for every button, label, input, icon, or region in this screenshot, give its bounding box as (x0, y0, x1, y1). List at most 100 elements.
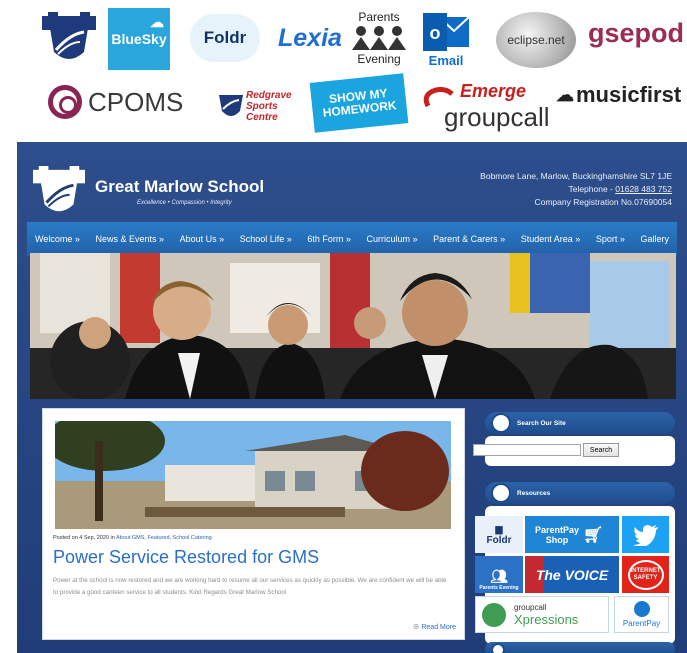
nav-news-events[interactable]: News & Events » (95, 234, 164, 244)
musicfirst-logo[interactable]: ☁ musicfirst (556, 82, 681, 108)
eclipse-label: eclipse.net (507, 33, 565, 47)
evening-label: Evening (357, 52, 401, 66)
xpressions-icon (482, 602, 506, 627)
shopping-cart-icon: 🛒︎ (583, 526, 604, 544)
search-widget-title: Search Our Site (517, 419, 566, 427)
resource-foldr-label: Foldr (486, 534, 512, 546)
outlook-email-logo[interactable]: o Email (418, 8, 474, 70)
resource-twitter[interactable] (622, 516, 669, 553)
resource-groupcall-xpressions[interactable]: groupcall Xpressions (475, 596, 609, 633)
nav-school-life[interactable]: School Life » (240, 234, 292, 244)
resource-xpressions-label: Xpressions (514, 611, 579, 627)
crest-icon (42, 12, 96, 59)
nav-6th-form[interactable]: 6th Form » (307, 234, 351, 244)
read-more-link[interactable]: ⊕ Read More (413, 622, 456, 631)
nav-curriculum[interactable]: Curriculum » (366, 234, 417, 244)
company-registration: Company Registration No.07690054 (534, 197, 672, 207)
parents-evening-logo[interactable]: Parents Evening (346, 6, 412, 70)
resource-the-voice-label: The VOICE (535, 566, 609, 583)
nav-about-us[interactable]: About Us » (180, 234, 225, 244)
telephone-label: Telephone - (568, 184, 616, 194)
twitter-bird-icon (632, 524, 658, 546)
read-more-label: Read More (421, 624, 456, 631)
gsepod-label: gsepod (588, 18, 685, 48)
resource-parentpay-label: ParentPay (622, 619, 661, 628)
site-title[interactable]: Great Marlow School (95, 177, 264, 197)
show-my-homework-label: SHOW MY HOMEWORK (322, 86, 398, 120)
musicfirst-cloud-icon: ☁ (556, 84, 574, 105)
eclipse-logo[interactable]: eclipse.net (496, 12, 576, 68)
nav-parent-carers[interactable]: Parent & Carers » (433, 234, 505, 244)
email-label: Email (428, 52, 464, 68)
school-crest-logo[interactable] (40, 12, 98, 66)
resource-groupcall-label: groupcall (514, 602, 547, 612)
resources-widget-header: Resources (485, 482, 675, 504)
search-widget-crest-icon (491, 413, 511, 433)
nav-student-area[interactable]: Student Area » (521, 234, 581, 244)
resource-parentpay-shop-label: ParentPay Shop (534, 524, 580, 545)
resources-widget-crest-icon (491, 483, 511, 503)
resource-parentpay-shop[interactable]: ParentPay Shop 🛒︎ (525, 516, 619, 553)
school-address: Bobmore Lane, Marlow, Buckinghamshire SL… (480, 171, 672, 181)
main-navigation: Welcome » News & Events » About Us » Sch… (27, 222, 677, 256)
post-photo-school-building[interactable] (55, 421, 451, 529)
lexia-label: Lexia (278, 24, 342, 52)
parents-label: Parents (358, 10, 400, 24)
cpoms-label: CPOMS (88, 86, 184, 117)
plus-circle-icon: ⊕ (412, 622, 420, 631)
lexia-logo[interactable]: Lexia (278, 24, 342, 53)
redgrave-crest-icon (219, 95, 243, 116)
emerge-swoosh-icon (423, 87, 454, 108)
post-excerpt: Power at the school is now restored and … (53, 577, 447, 596)
site-search-input[interactable] (473, 444, 581, 456)
parents-evening-icon: 👥︎ (490, 568, 508, 584)
redgrave-sports-logo[interactable]: Redgrave Sports Centre (214, 84, 304, 128)
resource-parentpay[interactable]: ParentPay (614, 596, 669, 633)
hero-banner-image (30, 253, 676, 399)
foldr-logo[interactable]: Foldr (190, 14, 260, 62)
post-meta: Posted on 4 Sep, 2020 in About GMS, Feat… (53, 535, 212, 541)
resource-foldr[interactable]: ▆ Foldr (475, 516, 523, 553)
next-widget-header (485, 642, 675, 653)
post-categories-link[interactable]: About GMS, Featured, School Catering (116, 535, 212, 541)
school-website: Great Marlow School Excellence • Compass… (17, 142, 687, 653)
cloud-icon: ☁ (150, 14, 164, 30)
post-title[interactable]: Power Service Restored for GMS (53, 547, 319, 568)
show-my-homework-logo[interactable]: SHOW MY HOMEWORK (309, 73, 409, 133)
cpoms-ring-icon (48, 85, 82, 119)
news-post: Posted on 4 Sep, 2020 in About GMS, Feat… (42, 408, 465, 640)
resource-the-voice[interactable]: The VOICE (525, 556, 619, 593)
foldr-label: Foldr (203, 28, 247, 47)
school-building-photo (55, 421, 451, 529)
resources-widget-title: Resources (517, 489, 551, 497)
resource-internet-safety[interactable]: INTERNET SAFETY (622, 556, 669, 593)
nav-gallery[interactable]: Gallery (640, 234, 669, 244)
bluesky-label: BlueSky (111, 31, 167, 47)
resource-parents-evening[interactable]: 👥︎ Parents Evening (475, 556, 523, 593)
xpressions-text: groupcall Xpressions (514, 603, 578, 627)
resource-parents-evening-label: Parents Evening (479, 585, 519, 591)
school-contact: Bobmore Lane, Marlow, Buckinghamshire SL… (480, 170, 672, 209)
nav-welcome[interactable]: Welcome » (35, 234, 80, 244)
musicfirst-label: musicfirst (576, 82, 682, 107)
nav-sport[interactable]: Sport » (596, 234, 625, 244)
groupcall-emerge-logo[interactable]: Emerge groupcall (420, 80, 550, 134)
redgrave-label: Redgrave Sports Centre (246, 89, 292, 123)
telephone-line: Telephone - 01628 483 752 (480, 183, 672, 196)
service-logos-strip: ☁ BlueSky Foldr Lexia Parents Evening o … (0, 0, 687, 140)
bluesky-logo[interactable]: ☁ BlueSky (108, 8, 170, 70)
site-crest-logo[interactable] (31, 166, 87, 218)
resource-internet-safety-label: INTERNET SAFETY (627, 559, 664, 590)
students-photo (30, 253, 676, 399)
gsepod-logo[interactable]: gsepod (588, 18, 684, 49)
svg-text:o: o (430, 23, 441, 43)
telephone-link[interactable]: 01628 483 752 (615, 184, 672, 194)
cpoms-logo[interactable]: CPOMS (48, 85, 183, 119)
site-crest-icon (33, 166, 85, 212)
folder-icon: ▆ (495, 523, 503, 534)
post-date: Posted on 4 Sep, 2020 in (53, 535, 116, 541)
next-widget-crest-icon (491, 643, 505, 653)
search-widget-header: Search Our Site (485, 412, 675, 434)
site-search-button[interactable]: Search (583, 443, 619, 457)
parentpay-icon (633, 601, 650, 617)
